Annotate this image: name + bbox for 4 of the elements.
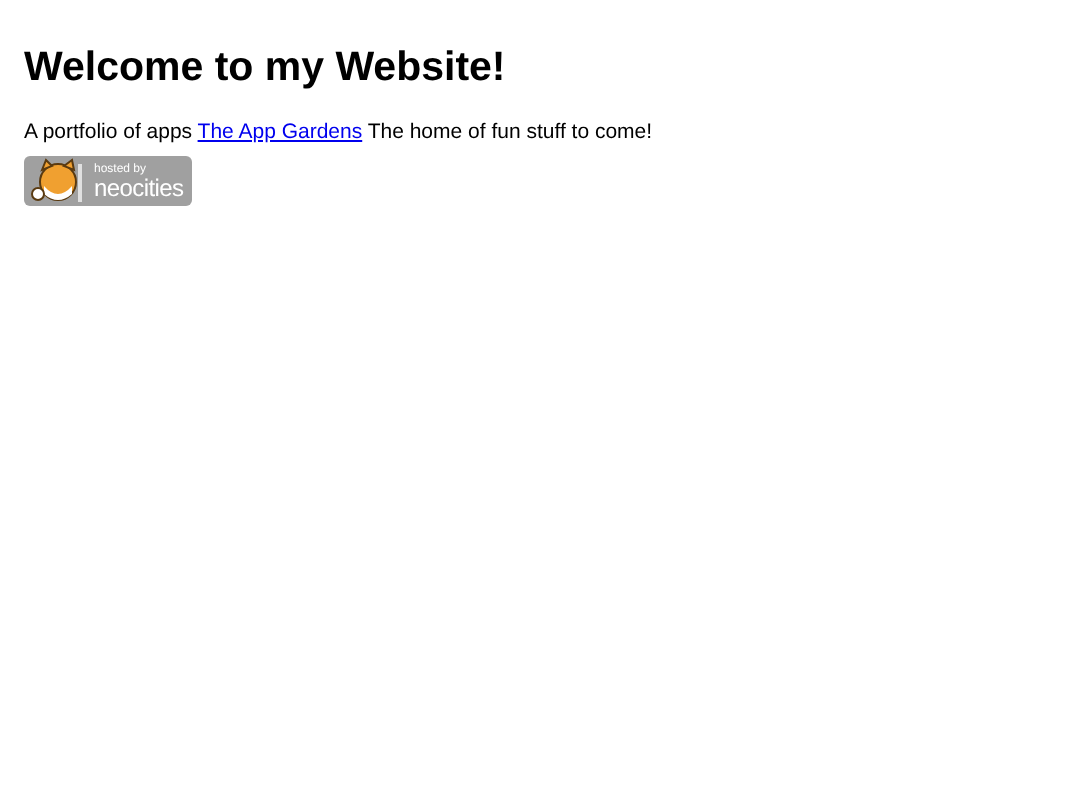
- intro-text: A portfolio of apps The App Gardens The home of fun stuff to come!: [24, 119, 655, 145]
- badge-wordmark: neocities: [94, 175, 184, 200]
- app-gardens-link[interactable]: The App Gardens: [197, 119, 363, 144]
- page-heading: Welcome to my Website!: [24, 44, 508, 94]
